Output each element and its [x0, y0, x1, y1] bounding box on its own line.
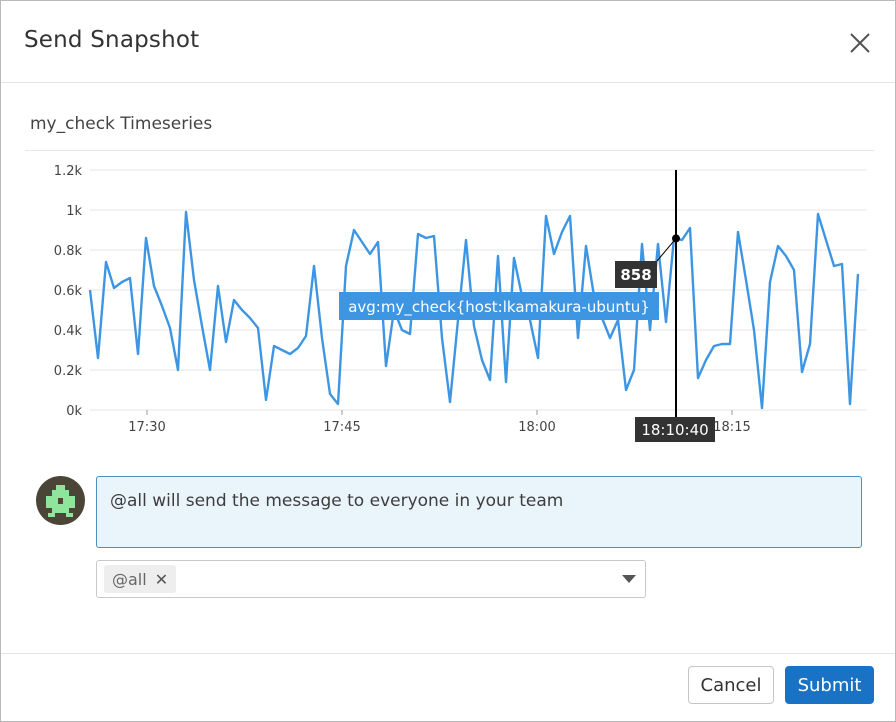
footer-divider [1, 653, 895, 654]
chevron-down-icon[interactable] [622, 575, 636, 583]
submit-button[interactable]: Submit [785, 666, 874, 704]
send-snapshot-dialog: Send Snapshot my_check Timeseries 0k 0.2k… [0, 0, 896, 722]
dialog-header: Send Snapshot [1, 1, 895, 83]
hover-value-label: 858 [620, 266, 651, 284]
timeseries-chart[interactable]: 0k 0.2k 0.4k 0.6k 0.8k 1k 1.2k 17:30 17:45 18:00… [1, 151, 896, 451]
close-icon[interactable] [846, 29, 874, 57]
hover-series-label: avg:my_check{host:lkamakura-ubuntu} [348, 298, 650, 317]
recipient-token-label: @all [112, 569, 147, 589]
chart-gridlines [90, 169, 867, 411]
x-tick-label: 18:15 [713, 420, 750, 435]
cancel-button[interactable]: Cancel [688, 666, 774, 704]
chart-hover: 858 avg:my_check{host:lkamakura-ubuntu} … [339, 170, 715, 442]
y-tick-label: 0.2k [54, 364, 83, 379]
y-tick-label: 1k [66, 204, 82, 219]
chart-y-axis: 0k 0.2k 0.4k 0.6k 0.8k 1k 1.2k [54, 164, 83, 419]
hover-point [672, 234, 680, 243]
y-tick-label: 0.6k [54, 284, 83, 299]
x-tick-label: 17:30 [128, 420, 165, 435]
x-tick-label: 18:00 [518, 420, 555, 435]
user-avatar [36, 476, 85, 525]
x-tick-label: 17:45 [323, 420, 360, 435]
remove-recipient-icon[interactable]: ✕ [155, 570, 168, 589]
message-input[interactable]: @all will send the message to everyone i… [96, 476, 862, 548]
recipient-token: @all ✕ [104, 565, 177, 593]
y-tick-label: 0k [66, 404, 82, 419]
recipient-select[interactable]: @all ✕ [96, 560, 646, 598]
message-text: @all will send the message to everyone i… [110, 491, 564, 511]
dialog-title: Send Snapshot [24, 27, 200, 53]
y-tick-label: 0.8k [54, 244, 83, 259]
y-tick-label: 0.4k [54, 324, 83, 339]
hover-time-label: 18:10:40 [641, 421, 708, 439]
graph-title: my_check Timeseries [30, 114, 213, 134]
y-tick-label: 1.2k [54, 164, 83, 179]
